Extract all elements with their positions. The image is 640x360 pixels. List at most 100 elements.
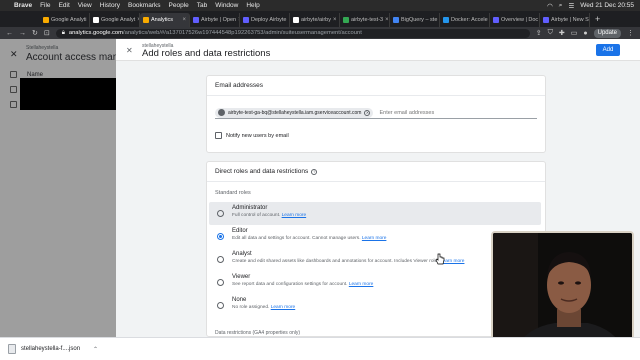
- webcam-overlay: [491, 231, 634, 352]
- roles-title-text: Direct roles and data restrictions: [215, 168, 309, 175]
- tab-close-icon[interactable]: ×: [333, 17, 337, 23]
- learn-more-link[interactable]: Learn more: [271, 305, 296, 310]
- browser-tab[interactable]: airbyte-test-3 ×: [340, 13, 390, 27]
- control-center-icon[interactable]: ☰: [568, 2, 574, 10]
- dialog-title: Add roles and data restrictions: [142, 48, 271, 59]
- role-radio[interactable]: [217, 210, 224, 217]
- browser-tab[interactable]: Google Analyti×: [40, 13, 90, 27]
- reload-icon[interactable]: ↻: [32, 29, 38, 37]
- remove-chip-icon[interactable]: ✕: [364, 109, 371, 116]
- tab-close-icon[interactable]: ×: [182, 17, 186, 23]
- browser-tab[interactable]: BigQuery – ste×: [390, 13, 440, 27]
- tab-strip: Google Analyti×Google Analyt×Analytics×A…: [0, 11, 640, 27]
- role-name: None: [232, 297, 247, 303]
- learn-more-link[interactable]: Learn more: [362, 236, 387, 241]
- role-radio[interactable]: [217, 233, 224, 240]
- tab-label: Analytics: [151, 17, 174, 23]
- menu-file[interactable]: File: [40, 2, 50, 9]
- role-text: Viewer See report data and configuration …: [232, 274, 373, 287]
- add-button[interactable]: Add: [596, 44, 620, 56]
- menu-window[interactable]: Window: [215, 2, 238, 9]
- file-icon: [8, 344, 16, 354]
- learn-more-link[interactable]: Learn more: [349, 282, 374, 287]
- role-name: Analyst: [232, 251, 252, 257]
- role-description: Edit all data and settings for account. …: [232, 236, 386, 241]
- browser-tab[interactable]: Airbyte | Open×: [190, 13, 240, 27]
- menu-app-name[interactable]: Brave: [14, 2, 32, 9]
- extensions-icon[interactable]: ✚: [559, 29, 565, 37]
- tab-favicon-icon: [193, 17, 199, 23]
- divider: [207, 95, 545, 96]
- menu-people[interactable]: People: [169, 2, 189, 9]
- menu-history[interactable]: History: [100, 2, 120, 9]
- browser-tab[interactable]: Deploy Airbyte×: [240, 13, 290, 27]
- menu-bookmarks[interactable]: Bookmarks: [128, 2, 161, 9]
- email-card-title: Email addresses: [215, 82, 264, 89]
- menu-icon[interactable]: ⋮: [627, 29, 634, 37]
- notify-row: Notify new users by email: [215, 132, 289, 139]
- email-chip[interactable]: airbyte-test-ga-bq@stellaheystella.iam.g…: [215, 107, 374, 118]
- update-button[interactable]: Update: [593, 28, 621, 38]
- browser-tab[interactable]: Docker: Accele×: [440, 13, 490, 27]
- browser-tab[interactable]: Google Analyt×: [90, 13, 140, 27]
- data-restrictions-label: Data restrictions (GA4 properties only): [215, 330, 301, 336]
- row-checkbox: [10, 101, 17, 108]
- tab-label: Deploy Airbyte: [251, 17, 287, 23]
- role-description-text: No role assigned.: [232, 305, 270, 310]
- menu-edit[interactable]: Edit: [59, 2, 70, 9]
- notify-checkbox[interactable]: [215, 132, 222, 139]
- search-icon[interactable]: ⌕: [559, 2, 563, 10]
- close-icon[interactable]: ✕: [126, 46, 133, 55]
- chevron-up-icon[interactable]: ⌃: [93, 346, 98, 353]
- browser-tab[interactable]: Analytics ×: [140, 13, 190, 27]
- role-radio[interactable]: [217, 302, 224, 309]
- role-radio[interactable]: [217, 256, 224, 263]
- share-icon[interactable]: ⇪: [536, 29, 542, 37]
- role-description: See report data and configuration settin…: [232, 282, 373, 287]
- lock-icon: 🔒︎: [61, 29, 65, 36]
- tab-label: Airbyte | New S: [551, 17, 589, 23]
- tab-label: Google Analyt: [101, 17, 136, 23]
- role-option[interactable]: Administrator Full control of account. Le…: [209, 202, 541, 225]
- profile-icon[interactable]: ●: [583, 30, 587, 37]
- browser-tab[interactable]: Overview | Doc×: [490, 13, 540, 27]
- email-addresses-card: Email addresses airbyte-test-ga-bq@stell…: [206, 75, 546, 153]
- download-filename[interactable]: stellaheystella-f....json: [21, 346, 80, 352]
- tab-favicon-icon: [493, 17, 499, 23]
- new-tab-icon[interactable]: +: [590, 14, 605, 24]
- menu-help[interactable]: Help: [246, 2, 259, 9]
- tab-label: Google Analyti: [51, 17, 87, 23]
- tab-favicon-icon: [243, 17, 249, 23]
- browser-tab[interactable]: Airbyte | New S×: [540, 13, 590, 27]
- sidebar-icon[interactable]: ▭: [571, 29, 578, 37]
- url-field[interactable]: 🔒︎ analytics.google.com/analytics/web/#/…: [55, 28, 530, 38]
- background-subtitle: Stellaheystella: [26, 45, 59, 51]
- role-description: No role assigned. Learn more: [232, 305, 295, 310]
- tab-favicon-icon: [143, 17, 149, 23]
- roles-section-title: Direct roles and data restrictions ?: [215, 168, 318, 175]
- role-text: None No role assigned. Learn more: [232, 297, 295, 310]
- bookmark-icon[interactable]: ⊡: [44, 29, 50, 37]
- tab-close-icon[interactable]: ×: [385, 17, 389, 23]
- tab-favicon-icon: [393, 17, 399, 23]
- presenter-video-image: [493, 233, 632, 350]
- tab-label: Docker: Accele: [451, 17, 488, 23]
- forward-icon[interactable]: →: [19, 30, 26, 37]
- browser-tab[interactable]: airbyte/airby ×: [290, 13, 340, 27]
- email-input[interactable]: [379, 109, 500, 116]
- divider: [207, 181, 545, 182]
- clock[interactable]: Wed 21 Dec 20:55: [580, 2, 634, 9]
- tab-favicon-icon: [543, 17, 549, 23]
- dialog-header: ✕ stellaheystella Add roles and data res…: [116, 39, 640, 61]
- menu-view[interactable]: View: [78, 2, 92, 9]
- back-icon[interactable]: ←: [6, 30, 13, 37]
- menu-tab[interactable]: Tab: [197, 2, 207, 9]
- help-icon[interactable]: ?: [311, 168, 318, 175]
- tab-label: airbyte-test-3: [351, 17, 384, 23]
- wifi-icon[interactable]: ◠: [547, 2, 553, 10]
- row-checkbox: [10, 86, 17, 93]
- tab-label: Airbyte | Open: [201, 17, 237, 23]
- brave-shield-icon[interactable]: ⛉: [548, 29, 553, 37]
- learn-more-link[interactable]: Learn more: [282, 213, 307, 218]
- role-radio[interactable]: [217, 279, 224, 286]
